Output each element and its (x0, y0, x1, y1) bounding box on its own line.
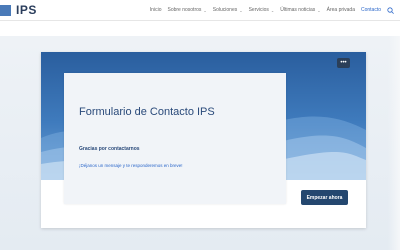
nav-item-label: Soluciones (212, 7, 238, 13)
nav-item-label: Servicios (248, 7, 269, 13)
main-nav: Inicio Sobre nosotros ⌄ Soluciones ⌄ Ser… (144, 0, 394, 20)
contact-form-card: ••• Formulario de Contacto IPS Gracias p… (41, 52, 366, 228)
nav-item-label: Inicio (149, 7, 162, 13)
chevron-down-icon: ⌄ (203, 7, 207, 13)
hero-fade (388, 36, 400, 250)
nav-item-soluciones[interactable]: Soluciones ⌄ (213, 7, 243, 13)
nav-item-label: Área privada (326, 7, 355, 13)
nav-item-contacto[interactable]: Contacto (361, 7, 381, 13)
nav-item-sobre-nosotros[interactable]: Sobre nosotros ⌄ (167, 7, 206, 13)
nav-item-label: Contacto (360, 7, 381, 13)
logo-text: IPS (16, 3, 37, 17)
form-intro-panel: Formulario de Contacto IPS Gracias por c… (64, 73, 286, 204)
nav-item-ultimas-noticias[interactable]: Últimas noticias ⌄ (280, 7, 320, 13)
search-icon[interactable] (387, 6, 394, 14)
chevron-down-icon: ⌄ (239, 7, 243, 13)
nav-item-inicio[interactable]: Inicio (150, 7, 162, 13)
form-description: ¡Déjanos un mensaje y te responderemos e… (79, 163, 183, 168)
nav-item-label: Últimas noticias (280, 7, 316, 13)
logo-mark-icon (0, 4, 11, 16)
site-header: IPS Inicio Sobre nosotros ⌄ Soluciones ⌄… (0, 0, 400, 21)
form-title: Formulario de Contacto IPS (79, 106, 215, 118)
nav-item-label: Sobre nosotros (167, 7, 202, 13)
site-logo[interactable]: IPS (0, 0, 37, 20)
more-options-button[interactable]: ••• (337, 58, 350, 68)
chevron-down-icon: ⌄ (317, 7, 321, 13)
more-icon: ••• (340, 60, 347, 66)
nav-item-area-privada[interactable]: Área privada (327, 7, 355, 13)
start-button-label: Empezar ahora (306, 194, 343, 201)
nav-item-servicios[interactable]: Servicios ⌄ (249, 7, 275, 13)
chevron-down-icon: ⌄ (270, 7, 275, 13)
page: IPS Inicio Sobre nosotros ⌄ Soluciones ⌄… (0, 0, 400, 250)
start-button[interactable]: Empezar ahora (301, 190, 348, 205)
form-subtitle: Gracias por contactarnos (79, 146, 140, 152)
